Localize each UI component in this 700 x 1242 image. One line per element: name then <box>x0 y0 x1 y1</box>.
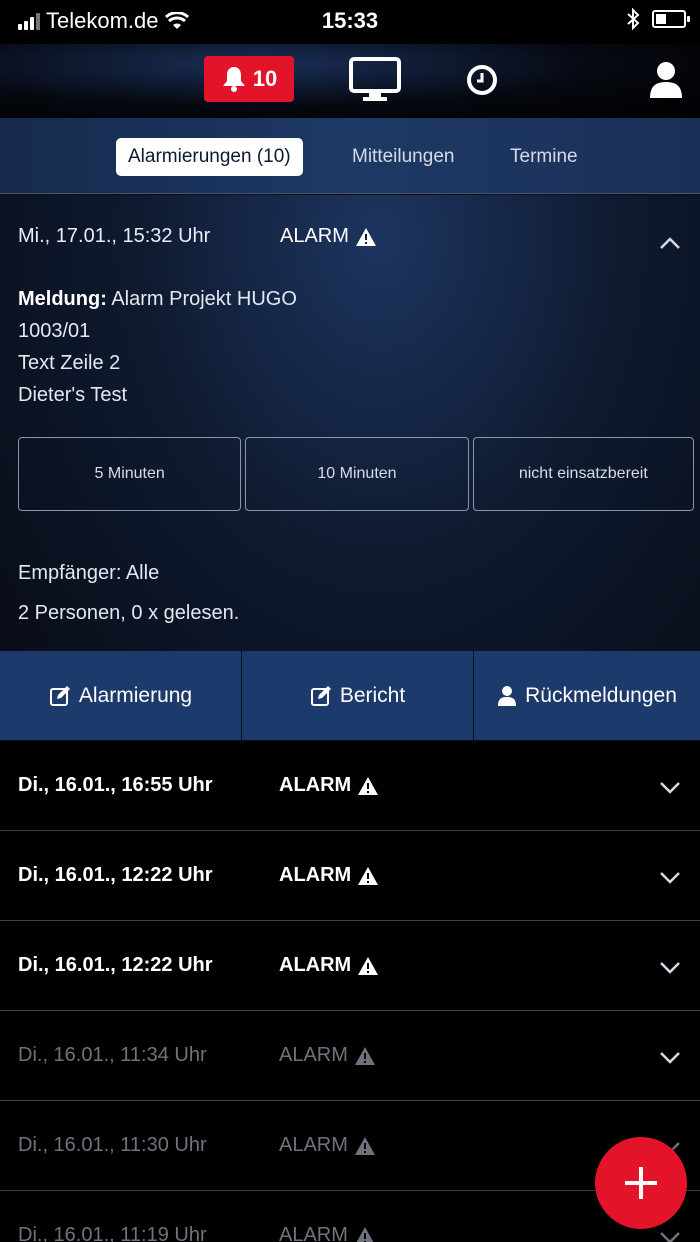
alarm-type-label: ALARM <box>279 954 352 976</box>
warning-icon <box>354 1046 375 1065</box>
recipient-info: Empfänger: Alle 2 Personen, 0 x gelesen. <box>18 553 239 633</box>
recipients: Empfänger: Alle <box>18 562 160 584</box>
bericht-label: Bericht <box>339 683 406 707</box>
alarm-type-label: ALARM <box>279 1134 348 1156</box>
bericht-button[interactable]: Bericht <box>242 651 474 740</box>
alarm-type: ALARM <box>279 774 379 797</box>
message-line: 1003/01 <box>18 320 91 342</box>
tab-alarmierungen[interactable]: Alarmierungen (10) <box>116 138 303 176</box>
alarm-count: 10 <box>252 66 278 91</box>
chevron-down-icon[interactable] <box>658 1045 682 1069</box>
monitor-icon <box>349 57 401 101</box>
alarm-list-item[interactable]: Di., 16.01., 16:55 Uhr ALARM <box>0 741 700 831</box>
bell-icon <box>222 67 245 92</box>
status-time: 15:33 <box>321 8 379 33</box>
warning-icon <box>358 956 379 975</box>
edit-icon <box>49 685 70 706</box>
alarm-datetime: Di., 16.01., 11:19 Uhr <box>18 1224 207 1242</box>
alarm-list-item[interactable]: Di., 16.01., 11:19 Uhr ALARM <box>0 1191 700 1242</box>
add-button[interactable] <box>595 1137 687 1229</box>
alarm-nav-button[interactable]: 10 <box>204 56 294 102</box>
alarm-list-item[interactable]: Di., 16.01., 12:22 Uhr ALARM <box>0 921 700 1011</box>
top-nav: 10 <box>0 44 700 118</box>
alarm-type-label: ALARM <box>279 1224 348 1242</box>
tab-mitteilungen[interactable]: Mitteilungen <box>352 138 454 176</box>
chevron-down-icon[interactable] <box>658 1225 682 1242</box>
message-title: Alarm Projekt HUGO <box>106 288 297 310</box>
chevron-up-icon[interactable] <box>658 231 682 255</box>
chevron-down-icon[interactable] <box>658 775 682 799</box>
user-icon <box>498 685 517 706</box>
alarm-type: ALARM <box>279 1134 376 1157</box>
warning-icon <box>358 776 379 795</box>
bluetooth-icon <box>627 8 640 30</box>
alarm-type: ALARM <box>279 864 379 887</box>
message-line: Text Zeile 2 <box>18 352 121 374</box>
read-stats: 2 Personen, 0 x gelesen. <box>18 602 240 624</box>
response-10-min-button[interactable]: 10 Minuten <box>245 437 469 511</box>
warning-icon <box>356 1226 374 1242</box>
rueckmeldungen-button[interactable]: Rückmeldungen <box>474 651 700 740</box>
status-bar: Telekom.de 15:33 <box>0 0 700 44</box>
action-bar: Alarmierung Bericht Rückmeldungen <box>0 651 700 740</box>
alarm-datetime: Di., 16.01., 11:30 Uhr <box>18 1134 207 1156</box>
alarm-type-label: ALARM <box>280 225 349 247</box>
message-title-line: Meldung: Alarm Projekt HUGO <box>18 283 297 315</box>
profile-nav-button[interactable] <box>646 56 686 104</box>
warning-icon <box>355 227 376 246</box>
clock-icon <box>467 65 497 95</box>
alarm-datetime: Di., 16.01., 11:34 Uhr <box>18 1044 207 1066</box>
history-nav-button[interactable] <box>462 56 502 104</box>
expanded-alarm: Mi., 17.01., 15:32 Uhr ALARM Meldung: Al… <box>0 195 700 740</box>
plus-icon <box>625 1167 657 1199</box>
user-icon <box>650 62 682 98</box>
alarm-datetime: Mi., 17.01., 15:32 Uhr <box>18 225 211 247</box>
alarm-list-item[interactable]: Di., 16.01., 11:34 Uhr ALARM <box>0 1011 700 1101</box>
status-right <box>626 8 690 30</box>
alarm-type-label: ALARM <box>279 1044 348 1066</box>
alarm-type: ALARM <box>280 225 377 248</box>
warning-icon <box>354 1136 375 1155</box>
alarm-type-label: ALARM <box>279 774 352 796</box>
battery-icon <box>652 10 690 28</box>
chevron-down-icon[interactable] <box>658 865 682 889</box>
alarm-datetime: Di., 16.01., 12:22 Uhr <box>18 864 213 886</box>
alarm-datetime: Di., 16.01., 12:22 Uhr <box>18 954 213 976</box>
response-5-min-button[interactable]: 5 Minuten <box>18 437 242 511</box>
alarm-list-item[interactable]: Di., 16.01., 12:22 Uhr ALARM <box>0 831 700 921</box>
alarm-message: Meldung: Alarm Projekt HUGO 1003/01 Text… <box>18 283 297 411</box>
alarm-datetime: Di., 16.01., 16:55 Uhr <box>18 774 213 796</box>
alarm-type: ALARM <box>279 1224 376 1242</box>
alarmierung-button[interactable]: Alarmierung <box>0 651 242 740</box>
edit-icon <box>310 685 331 706</box>
warning-icon <box>358 866 379 885</box>
alarm-type: ALARM <box>279 954 379 977</box>
alarmierung-label: Alarmierung <box>78 683 193 707</box>
not-available-button[interactable]: nicht einsatzbereit <box>472 437 694 511</box>
tab-termine[interactable]: Termine <box>510 138 578 176</box>
message-label: Meldung: <box>18 288 107 310</box>
response-buttons: 5 Minuten 10 Minuten nicht einsatzbereit <box>18 437 694 511</box>
rueckmeldungen-label: Rückmeldungen <box>525 683 677 707</box>
chevron-down-icon[interactable] <box>658 955 682 979</box>
message-line: Dieter's Test <box>18 384 128 406</box>
alarm-type-label: ALARM <box>279 864 352 886</box>
alarm-type: ALARM <box>279 1044 376 1067</box>
tab-bar: Alarmierungen (10) Mitteilungen Termine <box>0 118 700 194</box>
monitor-nav-button[interactable] <box>348 56 402 104</box>
